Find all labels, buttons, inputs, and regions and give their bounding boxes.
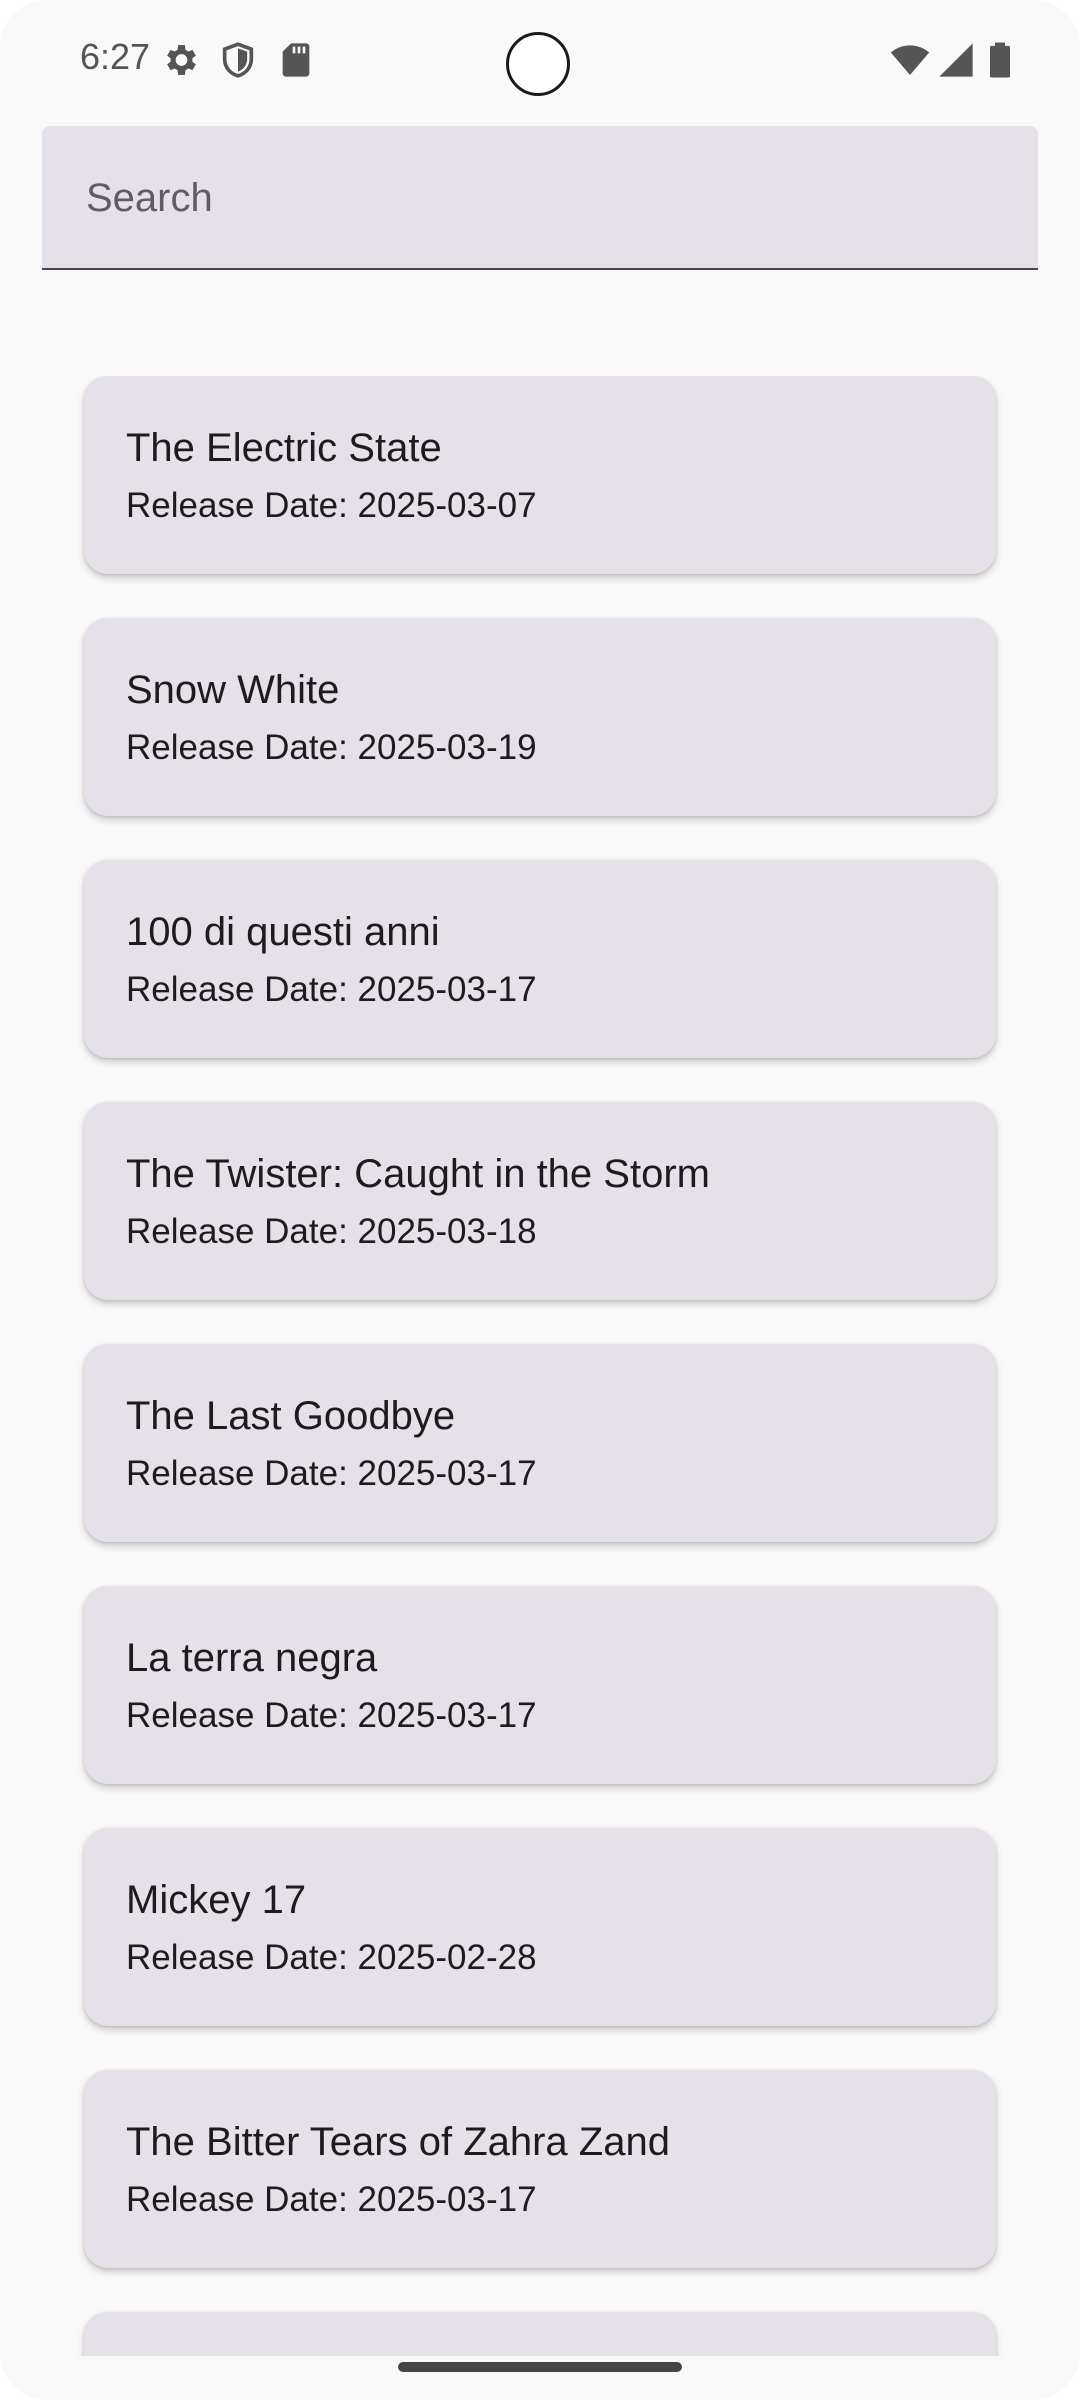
search-field[interactable]: [42, 126, 1038, 270]
gear-icon: [167, 45, 196, 75]
movie-release-date: Release Date: 2025-03-17: [126, 970, 537, 1009]
movie-card[interactable]: 100 di questi anni Release Date: 2025-03…: [84, 860, 996, 1058]
status-time: 6:27: [80, 36, 151, 77]
movie-card[interactable]: The Bitter Tears of Zahra Zand Release D…: [84, 2070, 996, 2268]
movie-list[interactable]: The Electric State Release Date: 2025-03…: [0, 376, 1080, 2356]
gesture-navigation-bar[interactable]: [398, 2362, 682, 2372]
battery-icon: [990, 42, 1010, 78]
movie-release-date: Release Date: 2025-03-19: [126, 728, 537, 767]
movie-card[interactable]: The Electric State Release Date: 2025-03…: [84, 376, 996, 574]
search-input[interactable]: [84, 126, 988, 270]
movie-card[interactable]: The Twister: Caught in the Storm Release…: [84, 1102, 996, 1300]
movie-card-partial[interactable]: [84, 2312, 996, 2356]
movie-title: 100 di questi anni: [126, 910, 440, 954]
wifi-icon: [890, 45, 930, 75]
movie-title: The Last Goodbye: [126, 1394, 456, 1438]
movie-release-date: Release Date: 2025-03-17: [126, 2180, 537, 2219]
front-camera: [506, 32, 570, 96]
movie-title: The Bitter Tears of Zahra Zand: [126, 2120, 670, 2164]
movie-card[interactable]: Snow White Release Date: 2025-03-19: [84, 618, 996, 816]
movie-title: Snow White: [126, 668, 340, 712]
movie-release-date: Release Date: 2025-03-17: [126, 1696, 537, 1735]
movie-title: La terra negra: [126, 1636, 378, 1680]
movie-title: The Electric State: [126, 426, 442, 470]
movie-card[interactable]: La terra negra Release Date: 2025-03-17: [84, 1586, 996, 1784]
app-screen: 6:27 The Electric State Release Date: 20…: [0, 0, 1080, 2400]
movie-release-date: Release Date: 2025-03-18: [126, 1212, 537, 1251]
movie-release-date: Release Date: 2025-03-07: [126, 486, 537, 525]
movie-card[interactable]: Mickey 17 Release Date: 2025-02-28: [84, 1828, 996, 2026]
movie-release-date: Release Date: 2025-03-17: [126, 1454, 537, 1493]
movie-release-date: Release Date: 2025-02-28: [126, 1938, 537, 1977]
cell-signal-icon: [939, 43, 973, 77]
movie-card[interactable]: The Last Goodbye Release Date: 2025-03-1…: [84, 1344, 996, 1542]
movie-title: The Twister: Caught in the Storm: [126, 1152, 710, 1196]
sd-card-icon: [282, 43, 310, 77]
movie-title: Mickey 17: [126, 1878, 307, 1922]
status-bar: 6:27: [0, 0, 1080, 118]
shield-icon: [222, 42, 254, 78]
